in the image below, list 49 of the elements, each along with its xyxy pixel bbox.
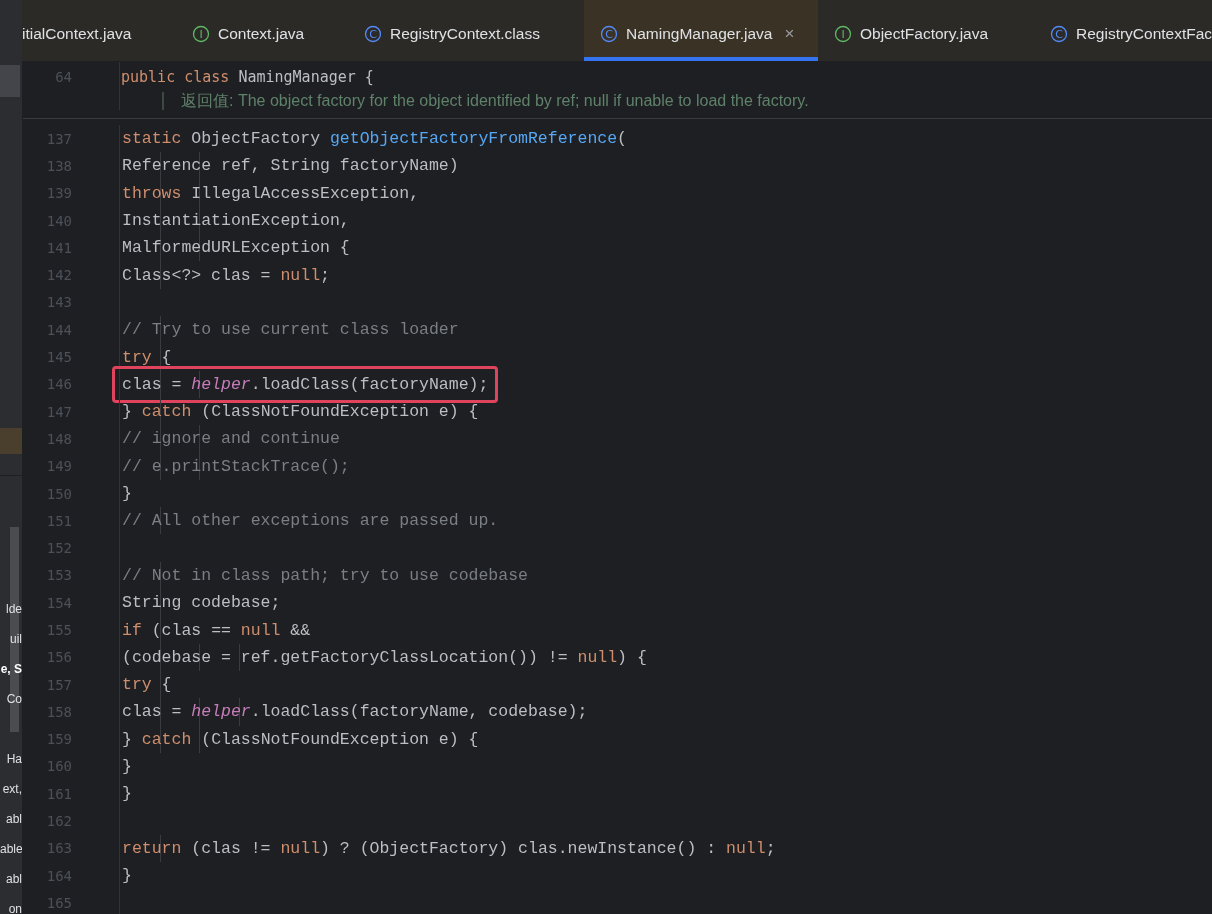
code-line: // Try to use current class loader — [121, 319, 460, 342]
code-line: return (clas != null) ? (ObjectFactory) clas.newInstance() : null; — [121, 837, 777, 860]
doc-comment: 返回值: The object factory for the object identified by ref; null if unable to load the factory. — [181, 90, 809, 111]
code-line: (codebase = ref.getFactoryClassLocation()) != null) { — [121, 646, 648, 669]
editor-tab[interactable]: C RegistryContextFac — [1034, 0, 1212, 61]
code-line: } — [121, 483, 133, 505]
code-line: static ObjectFactory getObjectFactoryFromReference( — [121, 128, 628, 151]
code-line: // Not in class path; try to use codebase — [121, 564, 529, 587]
code-line: if (clas == null && — [121, 619, 312, 642]
editor-tab[interactable]: I ObjectFactory.java — [818, 0, 1034, 61]
code-line: throws IllegalAccessException, — [121, 182, 421, 205]
code-line: } catch (ClassNotFoundException e) { — [121, 401, 480, 424]
code-line: try { — [121, 346, 173, 369]
class-icon: C — [600, 24, 618, 43]
code-line: } catch (ClassNotFoundException e) { — [121, 728, 480, 751]
code-line: Reference ref, String factoryName) — [121, 155, 460, 178]
class-icon: C — [364, 24, 382, 43]
tree-item[interactable]: Co — [0, 684, 22, 714]
tree-item[interactable]: abl — [0, 864, 22, 894]
editor-tab[interactable]: I Context.java — [192, 0, 364, 61]
class-icon: C — [1050, 24, 1068, 43]
code-line: } — [121, 865, 133, 888]
code-line: // All other exceptions are passed up. — [121, 510, 500, 533]
code-line: } — [121, 783, 133, 806]
editor-tab[interactable]: C NamingManager.java × — [584, 0, 818, 61]
tree-item[interactable]: able — [0, 834, 22, 864]
interface-icon: I — [834, 24, 852, 43]
code-line: public class NamingManager { — [120, 68, 374, 86]
tree-item[interactable]: on — [0, 894, 22, 914]
code-line: Class<?> clas = null; — [121, 264, 331, 287]
interface-icon: I — [192, 24, 210, 43]
code-line: // ignore and continue — [121, 428, 341, 451]
editor-tab[interactable]: C RegistryContext.class — [364, 0, 584, 61]
code-line: InstantiationException, — [121, 210, 351, 233]
code-line: } — [121, 756, 133, 778]
code-line: // e.printStackTrace(); — [121, 455, 351, 478]
code-line: try { — [121, 674, 173, 697]
code-line: MalformedURLException { — [121, 237, 351, 260]
code-line: String codebase; — [121, 592, 282, 615]
tree-item[interactable]: lde — [0, 594, 22, 624]
tree-item[interactable]: uil — [0, 624, 22, 654]
tree-item[interactable]: Ha — [0, 744, 22, 774]
code-line: clas = helper.loadClass(factoryName, codebase); — [121, 701, 589, 724]
tree-item[interactable]: e, S — [0, 654, 22, 684]
editor-tab[interactable]: itialContext.java — [22, 0, 192, 61]
selected-row-highlight — [0, 428, 22, 454]
tree-item[interactable]: ext, — [0, 774, 22, 804]
tree-item[interactable]: abl — [0, 804, 22, 834]
close-icon[interactable]: × — [784, 23, 795, 44]
